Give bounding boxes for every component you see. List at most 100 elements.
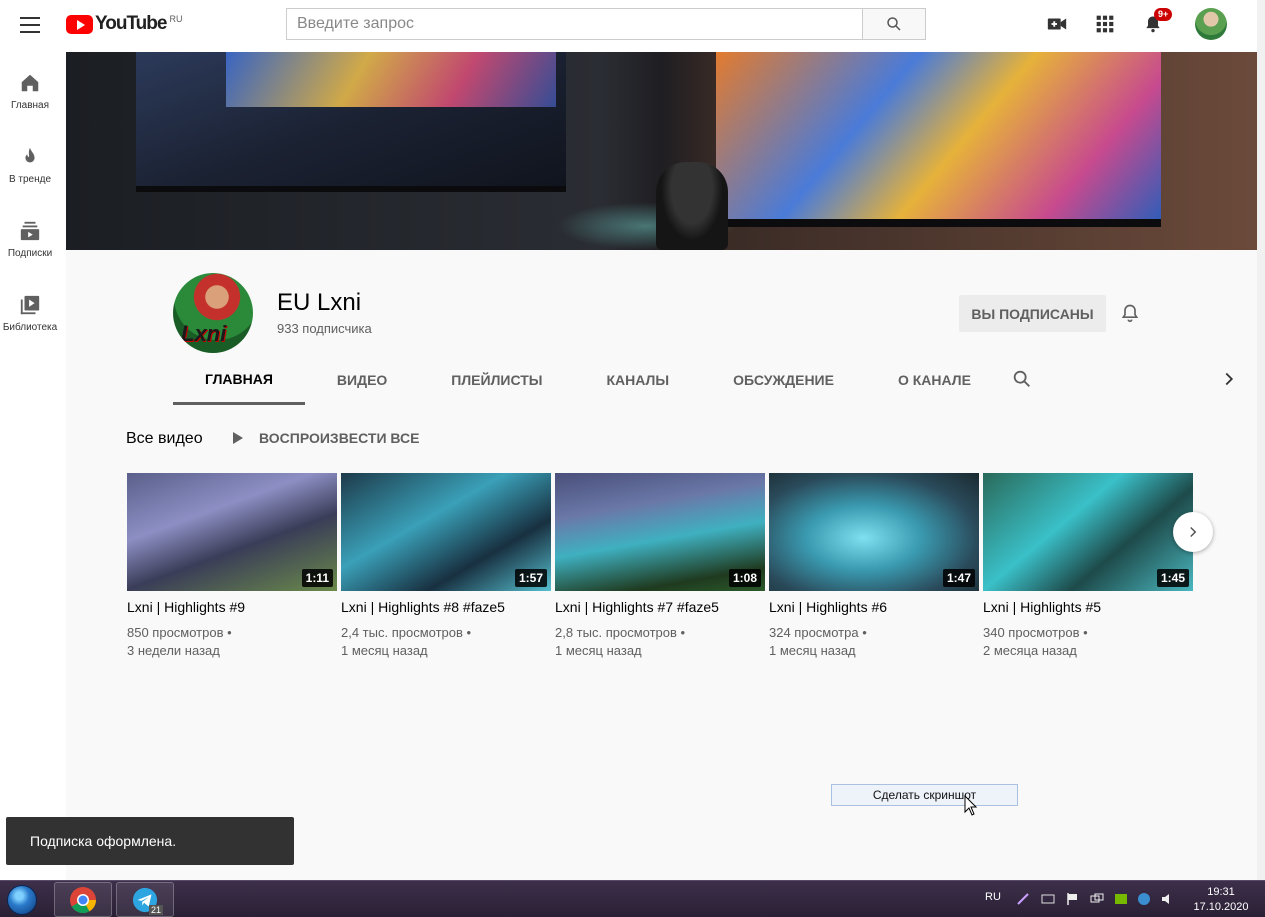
meta-separator: • — [858, 625, 867, 640]
search-icon — [887, 17, 901, 31]
video-thumbnail[interactable]: 1:47 — [769, 473, 979, 591]
video-views: 324 просмотра — [769, 625, 859, 640]
language-indicator[interactable]: RU — [985, 891, 1001, 903]
video-views: 2,4 тыс. просмотров — [341, 625, 463, 640]
video-meta: 2,8 тыс. просмотров • 1 месяц назад — [555, 624, 765, 660]
windows-start-orb-icon — [7, 885, 37, 915]
video-age: 1 месяц назад — [341, 643, 428, 658]
sidebar-item-label: В тренде — [8, 174, 52, 185]
video-card[interactable]: 1:45 Lxni | Highlights #5 340 просмотров… — [983, 473, 1193, 660]
windows-taskbar: 21 RU 19:31 17.10.2020 — [0, 880, 1265, 917]
apps-grid-icon[interactable] — [1093, 12, 1117, 36]
youtube-channel-page: YouTube RU 9+ Главная В тренде По — [0, 0, 1265, 917]
sidebar-item-label: Библиотека — [2, 322, 58, 333]
shelf-title[interactable]: Все видео — [126, 430, 203, 448]
video-views: 850 просмотров — [127, 625, 224, 640]
taskbar-clock[interactable]: 19:31 17.10.2020 — [1188, 885, 1254, 915]
notification-settings-bell-icon[interactable] — [1118, 301, 1142, 325]
video-card[interactable]: 1:11 Lxni | Highlights #9 850 просмотров… — [127, 473, 337, 660]
tab-home[interactable]: ГЛАВНАЯ — [173, 355, 305, 405]
video-card[interactable]: 1:57 Lxni | Highlights #8 #faze5 2,4 тыс… — [341, 473, 551, 660]
video-title[interactable]: Lxni | Highlights #8 #faze5 — [341, 599, 551, 615]
subscription-toast: Подписка оформлена. — [6, 817, 294, 865]
video-age: 1 месяц назад — [769, 643, 856, 658]
take-screenshot-button[interactable]: Сделать скриншот — [831, 784, 1018, 806]
video-views: 2,8 тыс. просмотров — [555, 625, 677, 640]
pen-icon[interactable] — [1016, 892, 1030, 906]
taskbar-chrome[interactable] — [54, 882, 112, 917]
video-title[interactable]: Lxni | Highlights #6 — [769, 599, 979, 615]
start-button[interactable] — [2, 883, 42, 917]
youtube-logo[interactable]: YouTube RU — [66, 13, 182, 35]
search-input[interactable] — [286, 8, 862, 40]
tab-channels[interactable]: КАНАЛЫ — [575, 355, 702, 405]
nvidia-icon[interactable] — [1114, 892, 1128, 906]
video-age: 3 недели назад — [127, 643, 220, 658]
chrome-icon — [70, 886, 97, 913]
sidebar: Главная В тренде Подписки Библиотека — [0, 52, 60, 348]
play-icon — [233, 432, 243, 444]
channel-header: Lxni EU Lxni 933 подписчика ВЫ ПОДПИСАНЫ… — [66, 250, 1257, 405]
user-avatar[interactable] — [1195, 8, 1227, 40]
volume-icon[interactable] — [1161, 892, 1175, 906]
meta-separator: • — [1079, 625, 1088, 640]
tab-about[interactable]: О КАНАЛЕ — [866, 355, 1003, 405]
channel-tabs: ГЛАВНАЯ ВИДЕО ПЛЕЙЛИСТЫ КАНАЛЫ ОБСУЖДЕНИ… — [173, 355, 1003, 405]
video-views: 340 просмотров — [983, 625, 1080, 640]
network-icon[interactable] — [1090, 892, 1104, 906]
sidebar-item-label: Подписки — [7, 248, 53, 259]
video-title[interactable]: Lxni | Highlights #5 — [983, 599, 1193, 615]
video-meta: 850 просмотров • 3 недели назад — [127, 624, 337, 660]
video-card[interactable]: 1:47 Lxni | Highlights #6 324 просмотра … — [769, 473, 979, 660]
trending-icon — [25, 147, 35, 163]
banner-monitor-right — [716, 52, 1161, 227]
mouse-cursor-icon — [964, 795, 978, 816]
tab-discussion[interactable]: ОБСУЖДЕНИЕ — [701, 355, 866, 405]
sidebar-item-library[interactable]: Библиотека — [0, 274, 60, 348]
channel-name: EU Lxni — [277, 289, 362, 316]
tab-videos[interactable]: ВИДЕО — [305, 355, 419, 405]
security-icon[interactable] — [1137, 892, 1151, 906]
video-thumbnail[interactable]: 1:57 — [341, 473, 551, 591]
banner-microphone — [656, 162, 728, 250]
meta-separator: • — [223, 625, 232, 640]
play-all-button[interactable]: ВОСПРОИЗВЕСТИ ВСЕ — [233, 430, 419, 446]
flag-icon[interactable] — [1066, 892, 1080, 906]
clock-time: 19:31 — [1207, 886, 1235, 898]
video-thumbnail[interactable]: 1:11 — [127, 473, 337, 591]
telegram-badge: 21 — [148, 905, 163, 915]
channel-search-icon[interactable] — [1011, 368, 1035, 392]
meta-separator: • — [676, 625, 686, 640]
video-title[interactable]: Lxni | Highlights #7 #faze5 — [555, 599, 765, 615]
keyboard-icon[interactable] — [1041, 892, 1055, 906]
video-thumbnail[interactable]: 1:08 — [555, 473, 765, 591]
tabs-next-chevron-icon[interactable] — [1218, 368, 1242, 392]
notifications-badge: 9+ — [1154, 8, 1173, 21]
video-duration: 1:08 — [728, 569, 761, 587]
video-title[interactable]: Lxni | Highlights #9 — [127, 599, 337, 615]
library-icon — [20, 295, 40, 315]
logo-region: RU — [169, 14, 183, 24]
channel-avatar[interactable]: Lxni — [173, 273, 253, 353]
sidebar-item-subscriptions[interactable]: Подписки — [0, 200, 60, 274]
search-button[interactable] — [862, 8, 926, 40]
meta-separator: • — [462, 625, 472, 640]
tab-playlists[interactable]: ПЛЕЙЛИСТЫ — [419, 355, 574, 405]
chevron-right-icon — [1190, 526, 1197, 538]
video-card[interactable]: 1:08 Lxni | Highlights #7 #faze5 2,8 тыс… — [555, 473, 765, 660]
video-thumbnail[interactable]: 1:45 — [983, 473, 1193, 591]
subscribed-button[interactable]: ВЫ ПОДПИСАНЫ — [959, 295, 1106, 332]
video-age: 1 месяц назад — [555, 643, 642, 658]
sidebar-item-home[interactable]: Главная — [0, 52, 60, 126]
carousel-next-button[interactable] — [1173, 512, 1213, 552]
video-shelf: 1:11 Lxni | Highlights #9 850 просмотров… — [127, 473, 1193, 673]
page-scrollbar[interactable] — [1257, 0, 1265, 880]
sidebar-item-trending[interactable]: В тренде — [0, 126, 60, 200]
taskbar-telegram[interactable]: 21 — [116, 882, 174, 917]
sidebar-item-label: Главная — [10, 100, 50, 111]
video-meta: 324 просмотра • 1 месяц назад — [769, 624, 979, 660]
create-video-icon[interactable] — [1045, 12, 1069, 36]
clock-date: 17.10.2020 — [1193, 901, 1249, 913]
video-age: 2 месяца назад — [983, 643, 1077, 658]
menu-icon[interactable] — [20, 17, 40, 33]
